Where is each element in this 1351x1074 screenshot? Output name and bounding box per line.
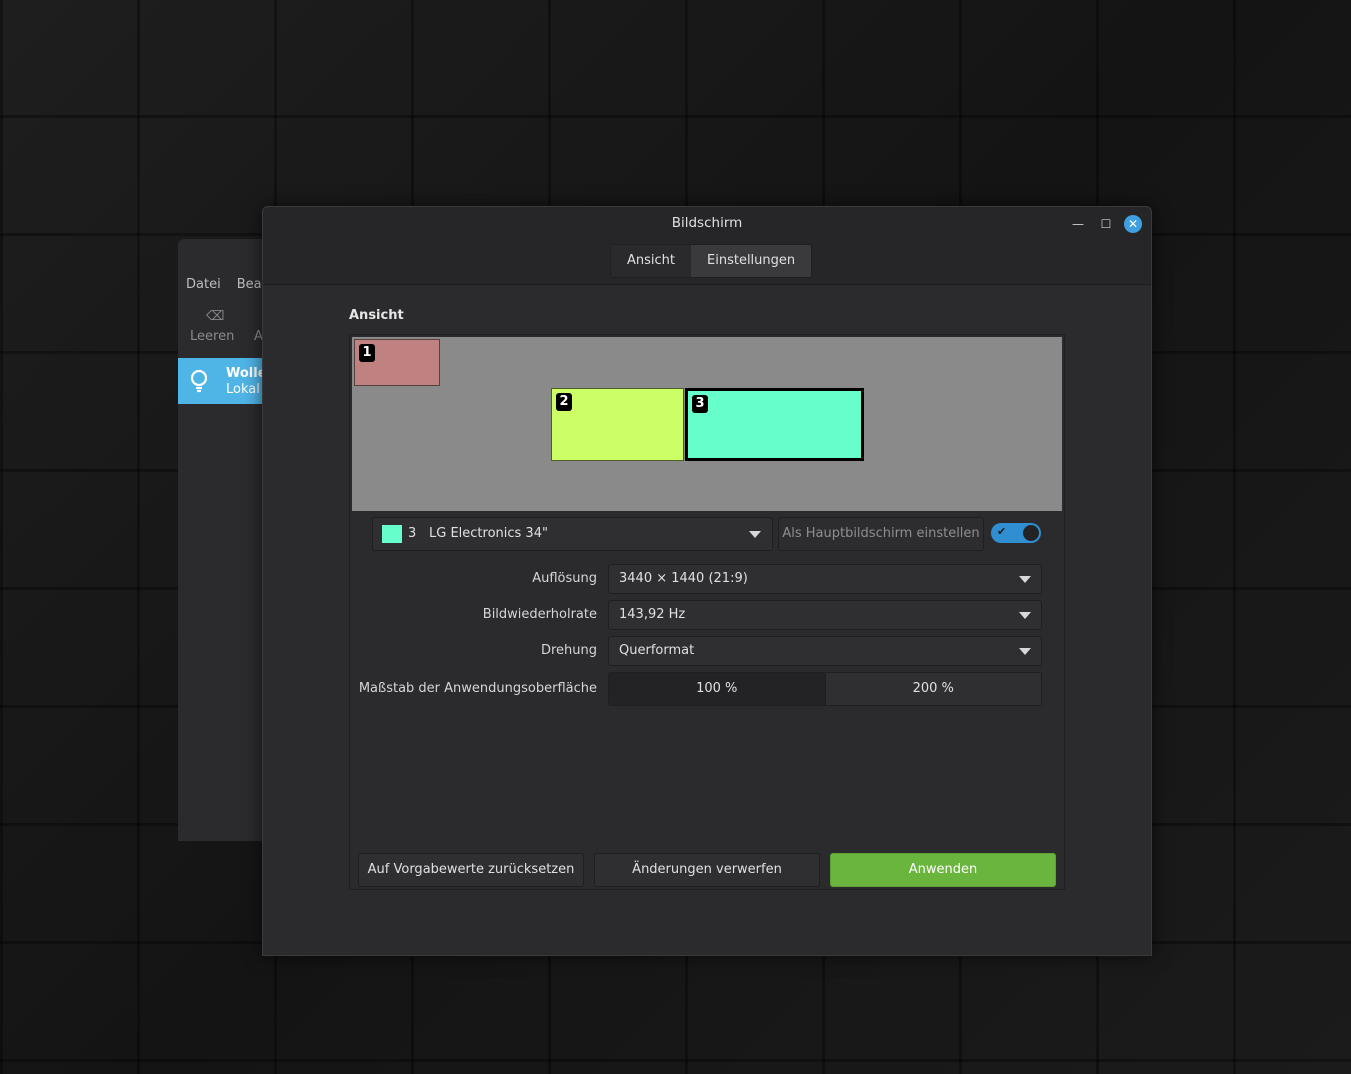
monitor-enable-toggle[interactable]: ✔ [991, 523, 1041, 543]
list-item-subtitle: Lokal [226, 382, 260, 397]
resolution-value: 3440 × 1440 (21:9) [619, 571, 748, 586]
background-menubar: Datei Bear [186, 277, 267, 292]
checkmark-icon: ✔ [997, 525, 1007, 538]
section-heading: Ansicht [349, 308, 404, 323]
titlebar[interactable]: Bildschirm — ☐ ✕ Ansicht Einstellungen [263, 207, 1151, 285]
scale-option-200[interactable]: 200 % [825, 673, 1041, 705]
maximize-icon[interactable]: ☐ [1097, 215, 1115, 233]
toggle-knob [1023, 525, 1039, 541]
list-item-title: Wolle [226, 366, 267, 381]
minimize-icon[interactable]: — [1069, 215, 1087, 233]
monitor-color-swatch [382, 525, 402, 543]
rotation-label: Drehung [540, 643, 597, 658]
refresh-rate-value: 143,92 Hz [619, 607, 686, 622]
apply-button[interactable]: Anwenden [830, 853, 1056, 887]
tab-einstellungen[interactable]: Einstellungen [691, 245, 812, 277]
chevron-down-icon [1019, 576, 1031, 583]
clear-icon[interactable]: ⌫ [206, 309, 224, 324]
monitor-select[interactable]: 3 LG Electronics 34" [372, 517, 773, 551]
monitor-number: 3 [408, 526, 417, 541]
monitor-name: LG Electronics 34" [429, 526, 548, 541]
monitor-number-badge: 3 [692, 395, 708, 413]
refresh-rate-label: Bildwiederholrate [482, 607, 597, 622]
chevron-down-icon [1019, 612, 1031, 619]
display-settings-dialog: Bildschirm — ☐ ✕ Ansicht Einstellungen A… [262, 206, 1152, 956]
monitor-layout-preview: 1 2 3 [352, 337, 1062, 511]
refresh-rate-select[interactable]: 143,92 Hz [608, 600, 1042, 630]
settings-panel: 1 2 3 3 LG Electronics 34" Als Hauptbild… [349, 334, 1065, 890]
monitor-2-tile[interactable]: 2 [551, 388, 684, 461]
chevron-down-icon [1019, 648, 1031, 655]
lightbulb-icon [190, 369, 208, 393]
monitor-1-tile[interactable]: 1 [354, 339, 440, 386]
close-icon[interactable]: ✕ [1124, 215, 1142, 233]
clear-button-label[interactable]: Leeren [190, 329, 234, 344]
monitor-number-badge: 2 [556, 393, 572, 411]
resolution-label: Auflösung [532, 571, 597, 586]
view-tabs: Ansicht Einstellungen [610, 244, 813, 278]
resolution-select[interactable]: 3440 × 1440 (21:9) [608, 564, 1042, 594]
reset-defaults-button[interactable]: Auf Vorgabewerte zurücksetzen [358, 853, 584, 887]
rotation-select[interactable]: Querformat [608, 636, 1042, 666]
scale-option-100[interactable]: 100 % [609, 673, 826, 705]
chevron-down-icon [749, 531, 761, 538]
menu-datei[interactable]: Datei [186, 277, 221, 292]
scale-toggle-group: 100 % 200 % [608, 672, 1042, 706]
window-title: Bildschirm [671, 215, 743, 231]
rotation-value: Querformat [619, 643, 695, 658]
monitor-3-tile[interactable]: 3 [685, 388, 864, 461]
scale-label: Maßstab der Anwendungsoberfläche [358, 681, 597, 696]
monitor-number-badge: 1 [359, 344, 375, 362]
set-primary-button[interactable]: Als Hauptbildschirm einstellen [778, 517, 984, 551]
discard-changes-button[interactable]: Änderungen verwerfen [594, 853, 820, 887]
tab-ansicht[interactable]: Ansicht [611, 245, 692, 277]
